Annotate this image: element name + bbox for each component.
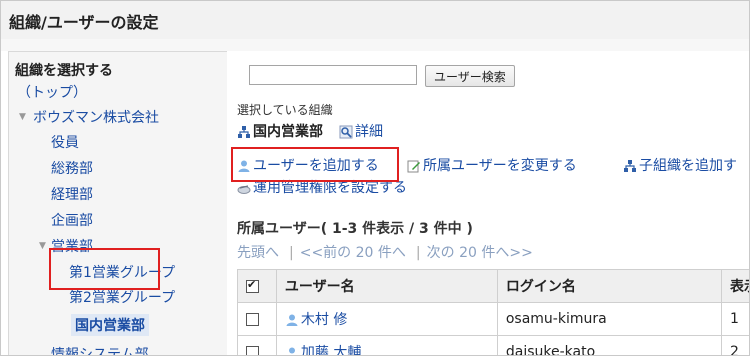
org-tree-icon (238, 126, 250, 138)
row-checkbox-cell (237, 335, 277, 355)
table-header-row: ユーザー名 ログイン名 表示 (237, 269, 749, 303)
row-checkbox[interactable] (246, 345, 259, 355)
column-header-username[interactable]: ユーザー名 (275, 269, 498, 303)
tree-top-link[interactable]: （トップ） (17, 82, 87, 102)
login-cell: osamu-kimura (496, 302, 723, 336)
user-icon (286, 314, 298, 326)
main-panel: ユーザー検索 選択している組織 国内営業部 詳細 ユーザーを追加する 所属ユーザ… (227, 51, 749, 355)
set-admin-label: 運用管理権限を設定する (253, 180, 407, 196)
org-tree-icon (624, 160, 636, 172)
magnifier-icon (339, 125, 353, 139)
app-frame: 組織/ユーザーの設定 組織を選択する （トップ） ▼ ボウズマン株式会社 役員 … (0, 0, 750, 356)
tree-org-general-affairs[interactable]: 総務部 (51, 158, 93, 178)
pager-prev: <<前の 20 件へ (299, 245, 406, 261)
selected-org-label: 選択している組織 (237, 103, 333, 117)
table-row: 木村 修 osamu-kimura 1 (237, 302, 749, 336)
header-gap (1, 39, 749, 51)
edit-icon (407, 160, 420, 173)
pager-first: 先頭へ (237, 245, 279, 261)
add-child-org-label: 子組織を追加す (639, 158, 737, 174)
detail-label: 詳細 (355, 124, 383, 140)
page-title: 組織/ユーザーの設定 (9, 13, 159, 32)
permission-icon (237, 185, 251, 194)
pager-next: 次の 20 件へ>> (426, 245, 533, 261)
tree-org-info-systems[interactable]: 情報システム部 (51, 344, 149, 355)
column-header-login[interactable]: ログイン名 (496, 269, 723, 303)
user-link[interactable]: 加藤 大輔 (301, 345, 361, 355)
tree-org-selected[interactable]: 国内営業部 (71, 314, 149, 336)
column-header-display[interactable]: 表示 (721, 269, 749, 303)
username-cell: 加藤 大輔 (275, 335, 498, 355)
table-row: 加藤 大輔 daisuke-kato 2 (237, 335, 749, 355)
tree-org-planning[interactable]: 企画部 (51, 210, 93, 230)
members-title: 所属ユーザー( 1-3 件表示 / 3 件中 ) (237, 221, 473, 237)
org-tree-heading: 組織を選択する (15, 63, 113, 79)
highlight-box (231, 147, 399, 182)
org-tree-panel: 組織を選択する （トップ） ▼ ボウズマン株式会社 役員 総務部 経理部 企画部… (8, 51, 228, 355)
user-search-input[interactable] (249, 65, 417, 85)
selected-org-name: 国内営業部 (253, 124, 323, 140)
add-child-org-link[interactable]: 子組織を追加す (623, 155, 737, 175)
display-order-cell: 1 (721, 302, 749, 336)
row-checkbox[interactable] (246, 312, 259, 326)
row-checkbox-cell (237, 302, 277, 336)
username-cell: 木村 修 (275, 302, 498, 336)
highlight-box (49, 248, 160, 290)
tree-org-officers[interactable]: 役員 (51, 132, 79, 152)
user-link[interactable]: 木村 修 (301, 312, 347, 328)
select-all-checkbox[interactable] (246, 278, 259, 293)
change-members-label: 所属ユーザーを変更する (423, 158, 577, 174)
expand-arrow-icon[interactable]: ▼ (39, 241, 46, 251)
login-cell: daisuke-kato (496, 335, 723, 355)
detail-link[interactable]: 詳細 (339, 121, 383, 141)
tree-org-accounting[interactable]: 経理部 (51, 184, 93, 204)
expand-arrow-icon[interactable]: ▼ (19, 112, 26, 122)
tree-company-link[interactable]: ボウズマン株式会社 (33, 107, 159, 127)
title-bar: 組織/ユーザーの設定 (1, 1, 749, 40)
selected-org: 国内営業部 (237, 121, 323, 141)
user-search-button[interactable]: ユーザー検索 (425, 65, 515, 87)
pager: 先頭へ | <<前の 20 件へ | 次の 20 件へ>> (237, 245, 533, 261)
change-members-link[interactable]: 所属ユーザーを変更する (407, 155, 577, 175)
display-order-cell: 2 (721, 335, 749, 355)
tree-org-sales-group-2[interactable]: 第2営業グループ (69, 287, 175, 307)
members-table: ユーザー名 ログイン名 表示 木村 修 osamu-kimura 1 (237, 269, 749, 355)
select-all-cell (237, 269, 277, 303)
user-icon (288, 347, 295, 354)
